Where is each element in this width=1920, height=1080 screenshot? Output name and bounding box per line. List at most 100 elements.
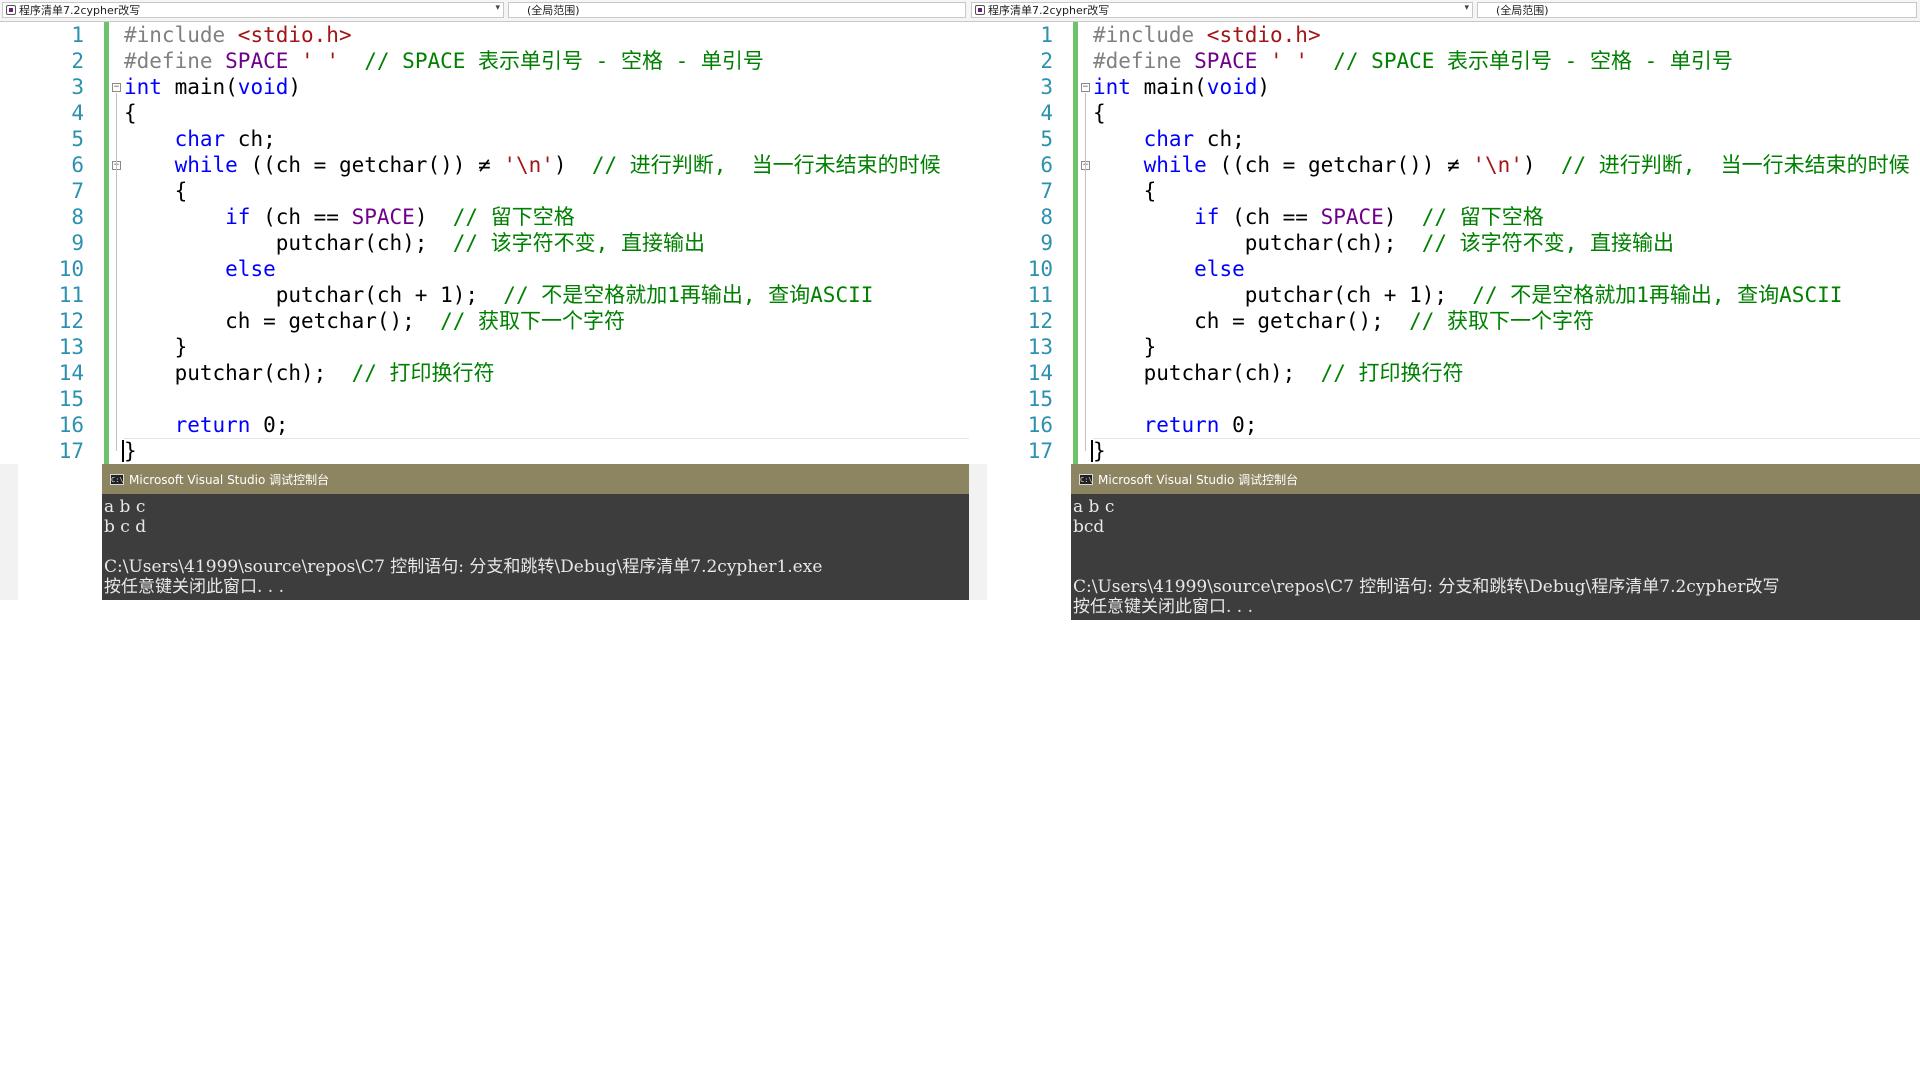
code-token: #include [124,23,238,47]
scope-combo[interactable]: (全局范围) [1477,2,1917,18]
code-line: 16 return 0; [0,412,969,438]
code-token: } [1093,335,1157,359]
code-token: { [1093,179,1157,203]
code-line: 17} [969,438,1920,464]
console-line: 按任意键关闭此窗口. . . [1073,597,1254,617]
code-line: 12 ch = getchar(); // 获取下一个字符 [969,308,1920,334]
console-line: C:\Users\41999\source\repos\C7 控制语句: 分支和… [104,557,823,577]
code-token: putchar(ch); [1093,361,1321,385]
scope-combo[interactable]: (全局范围) [508,2,966,18]
code-token: { [124,179,188,203]
code-token: main( [161,75,238,99]
line-number: 12 [58,309,84,333]
code-token: int [1093,75,1131,99]
console-line: a b c [1073,497,1115,517]
console-line: bcd [1073,517,1105,537]
code-text: putchar(ch + 1); // 不是空格就加1再输出, 查询ASCII [124,282,969,308]
fold-guide-line [1085,93,1086,451]
code-line: 9 putchar(ch); // 该字符不变, 直接输出 [969,230,1920,256]
collapse-icon[interactable]: − [112,83,121,92]
code-text: putchar(ch); // 该字符不变, 直接输出 [1093,230,1920,256]
debug-console[interactable]: C:\ Microsoft Visual Studio 调试控制台 a b cb… [102,464,969,600]
line-number: 10 [1027,257,1053,281]
code-token: { [1093,101,1106,125]
code-text: { [1093,178,1920,204]
code-text: putchar(ch); // 该字符不变, 直接输出 [124,230,969,256]
code-token: (ch == [1219,205,1321,229]
file-combo[interactable]: 程序清单7.2cypher改写 ▾ [2,2,504,18]
line-number: 16 [58,413,84,437]
code-line: 15 [969,386,1920,412]
code-text: return 0; [124,412,969,438]
file-combo-label: 程序清单7.2cypher改写 [988,4,1110,17]
code-token: // SPACE 表示单引号 - 空格 - 单引号 [338,49,764,73]
code-token: ' ' [301,49,339,73]
code-token: putchar(ch); [124,361,352,385]
code-token: { [124,101,137,125]
line-number: 12 [1027,309,1053,333]
code-line: 13 } [0,334,969,360]
code-line: 11 putchar(ch + 1); // 不是空格就加1再输出, 查询ASC… [0,282,969,308]
code-token: SPACE [1194,49,1258,73]
code-line: 6 while ((ch = getchar()) ≠ '\n') // 进行判… [969,152,1920,178]
line-number: 11 [1027,283,1053,307]
current-line-highlight [1093,438,1920,439]
code-token: #define [1093,49,1195,73]
code-token: // 获取下一个字符 [440,309,626,333]
code-editor[interactable]: 1 #include <stdio.h> 2 #define SPACE ' ' //… [0,22,969,464]
text-cursor [1091,440,1093,462]
code-text: } [124,334,969,360]
code-line: 11 putchar(ch + 1); // 不是空格就加1再输出, 查询ASC… [969,282,1920,308]
code-token: // 进行判断, 当一行未结束的时候 [1560,153,1910,177]
editor-pane-right: 程序清单7.2cypher改写 ▾ (全局范围) 1 #include <stdi… [969,0,1920,620]
code-token: // 该字符不变, 直接输出 [452,231,705,255]
code-token: main( [1130,75,1207,99]
code-token: else [1194,257,1245,281]
code-token: // 打印换行符 [1320,361,1464,385]
project-icon [6,5,16,15]
line-number: 3 [71,75,84,99]
code-text: } [124,438,969,464]
code-text: while ((ch = getchar()) ≠ '\n') // 进行判断,… [124,152,969,178]
chevron-down-icon: ▾ [1464,3,1469,13]
code-token: // 获取下一个字符 [1409,309,1595,333]
line-number: 8 [71,205,84,229]
code-line: 10 else [0,256,969,282]
code-line: 4{ [0,100,969,126]
code-line: 10 else [969,256,1920,282]
current-line-highlight [124,438,969,439]
debug-console[interactable]: C:\ Microsoft Visual Studio 调试控制台 a b cb… [1071,464,1920,620]
collapse-icon[interactable]: − [1081,83,1090,92]
line-number: 15 [58,387,84,411]
code-token: <stdio.h> [1206,23,1321,47]
code-text: return 0; [1093,412,1920,438]
console-output: a b c bcd C:\Users\41999\source\repos\C7 … [1071,494,1920,617]
text-cursor [122,440,124,462]
code-token: else [225,257,276,281]
code-line: 4{ [969,100,1920,126]
code-line: 17} [0,438,969,464]
line-number: 14 [58,361,84,385]
code-editor[interactable]: 1 #include <stdio.h> 2 #define SPACE ' ' //… [969,22,1920,464]
code-text: else [124,256,969,282]
code-line: 14 putchar(ch); // 打印换行符 [969,360,1920,386]
line-number: 7 [71,179,84,203]
code-token: ) [1383,205,1422,229]
console-icon: C:\ [1079,473,1093,485]
code-line: 16 return 0; [969,412,1920,438]
navigation-bar: 程序清单7.2cypher改写 ▾ (全局范围) [0,0,969,22]
code-token: ch; [1194,127,1245,151]
code-text: int main(void) [124,74,969,100]
code-text: putchar(ch); // 打印换行符 [1093,360,1920,386]
code-line: 8 if (ch == SPACE) // 留下空格 [0,204,969,230]
code-token: return [174,413,251,437]
code-text: } [1093,438,1920,464]
file-combo[interactable]: 程序清单7.2cypher改写 ▾ [971,2,1473,18]
code-text: if (ch == SPACE) // 留下空格 [124,204,969,230]
